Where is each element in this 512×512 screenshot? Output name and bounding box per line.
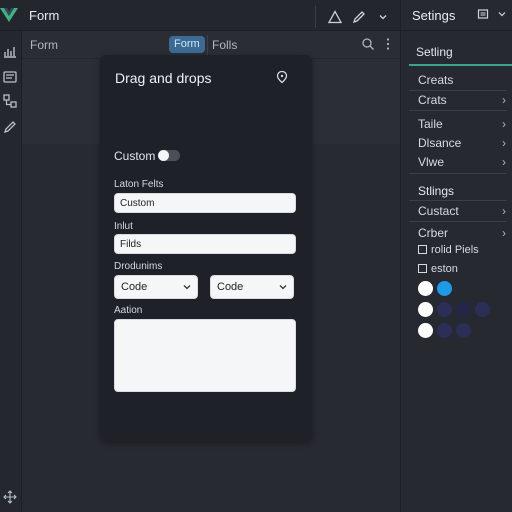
chevron-down-icon bbox=[279, 285, 287, 290]
settings-item[interactable]: Dlsance › bbox=[418, 136, 506, 150]
color-swatch[interactable] bbox=[418, 323, 433, 338]
app-window: Form Form Form Folls Drag and drops Cust… bbox=[0, 0, 512, 512]
chart-icon[interactable] bbox=[2, 43, 18, 59]
checkbox-label: rolid Piels bbox=[431, 244, 479, 256]
checkbox-row[interactable]: eston bbox=[418, 263, 458, 275]
vue-logo-icon bbox=[0, 8, 18, 22]
panel-icon[interactable] bbox=[477, 8, 489, 20]
select-value: Code bbox=[121, 281, 148, 293]
settings-item-label: Creats bbox=[418, 73, 454, 87]
settings-item[interactable]: Crber › bbox=[418, 226, 506, 240]
chevron-down-icon[interactable] bbox=[374, 8, 392, 26]
settings-item-label: Taile bbox=[418, 117, 443, 131]
tab-fields[interactable]: Folls bbox=[212, 38, 237, 52]
components-icon[interactable] bbox=[2, 93, 18, 109]
warning-icon[interactable] bbox=[326, 8, 344, 26]
move-icon[interactable] bbox=[2, 489, 18, 505]
active-tab-indicator bbox=[409, 64, 512, 66]
color-swatch[interactable] bbox=[437, 323, 452, 338]
settings-item-label: Vlwe bbox=[418, 155, 445, 169]
chevron-down-icon bbox=[183, 285, 191, 290]
settings-item-label: Crats bbox=[418, 93, 447, 107]
select-value: Code bbox=[217, 281, 244, 293]
chevron-right-icon: › bbox=[502, 117, 506, 131]
chevron-right-icon: › bbox=[502, 204, 506, 218]
search-icon[interactable] bbox=[361, 37, 375, 51]
textarea-field[interactable] bbox=[114, 319, 296, 392]
pen-icon[interactable] bbox=[350, 8, 368, 26]
form-icon[interactable] bbox=[2, 69, 18, 85]
textarea-label: Aation bbox=[114, 305, 143, 316]
tab-setting[interactable]: Setling bbox=[416, 45, 453, 59]
section-title: Stlings bbox=[418, 184, 455, 198]
checkbox[interactable] bbox=[418, 264, 427, 273]
left-rail bbox=[0, 31, 22, 512]
text-field[interactable] bbox=[114, 193, 296, 213]
toolbar-divider bbox=[315, 6, 316, 28]
divider bbox=[409, 173, 507, 174]
chevron-right-icon: › bbox=[502, 226, 506, 240]
editor-title: Form bbox=[30, 38, 58, 52]
top-bar: Form bbox=[0, 0, 400, 31]
settings-item-label: Dlsance bbox=[418, 136, 462, 150]
chevron-right-icon: › bbox=[502, 93, 506, 107]
divider bbox=[409, 110, 507, 111]
toggle-knob bbox=[158, 150, 169, 161]
color-swatch[interactable] bbox=[456, 302, 471, 317]
color-swatch[interactable] bbox=[475, 302, 490, 317]
color-swatch[interactable] bbox=[437, 302, 452, 317]
top-actions bbox=[315, 6, 392, 28]
card-title: Drag and drops bbox=[115, 70, 212, 86]
dropdowns-label: Drodunims bbox=[114, 261, 163, 272]
tab-divider bbox=[207, 35, 208, 55]
color-swatch[interactable] bbox=[418, 281, 433, 296]
checkbox-row[interactable]: rolid Piels bbox=[418, 244, 479, 256]
divider bbox=[409, 221, 507, 222]
settings-item[interactable]: Crats › bbox=[418, 93, 506, 107]
select-dropdown[interactable]: Code bbox=[210, 275, 294, 299]
field-label: Laton Felts bbox=[114, 179, 164, 190]
settings-item[interactable]: Creats bbox=[418, 73, 506, 87]
settings-header: Setings bbox=[401, 0, 512, 31]
form-card[interactable]: Drag and drops Custom Laton Felts Inlut … bbox=[100, 55, 312, 441]
settings-item[interactable]: Vlwe › bbox=[418, 155, 506, 169]
field-label: Inlut bbox=[114, 221, 133, 232]
divider bbox=[409, 90, 507, 91]
edit-icon[interactable] bbox=[2, 119, 18, 135]
settings-item-label: Custact bbox=[418, 204, 459, 218]
settings-panel: Setings Setling Creats Crats › Taile › D… bbox=[400, 0, 512, 512]
checkbox[interactable] bbox=[418, 245, 427, 254]
text-field[interactable] bbox=[114, 234, 296, 254]
settings-header-actions bbox=[477, 8, 507, 20]
chevron-down-icon[interactable] bbox=[497, 8, 507, 20]
settings-title: Setings bbox=[412, 8, 456, 23]
color-swatch[interactable] bbox=[418, 302, 433, 317]
custom-toggle-label: Custom bbox=[114, 149, 156, 163]
select-dropdown[interactable]: Code bbox=[114, 275, 198, 299]
chevron-right-icon: › bbox=[502, 136, 506, 150]
custom-toggle[interactable] bbox=[158, 150, 180, 161]
chevron-right-icon: › bbox=[502, 155, 506, 169]
tab-form[interactable]: Form bbox=[169, 36, 205, 53]
divider bbox=[409, 200, 507, 201]
app-title: Form bbox=[29, 8, 60, 23]
color-swatch[interactable] bbox=[456, 323, 471, 338]
more-vertical-icon[interactable] bbox=[384, 37, 392, 51]
pin-icon[interactable] bbox=[275, 70, 289, 84]
settings-item[interactable]: Taile › bbox=[418, 117, 506, 131]
settings-item-label: Crber bbox=[418, 226, 449, 240]
color-swatch[interactable] bbox=[437, 281, 452, 296]
settings-item[interactable]: Custact › bbox=[418, 204, 506, 218]
checkbox-label: eston bbox=[431, 263, 458, 275]
